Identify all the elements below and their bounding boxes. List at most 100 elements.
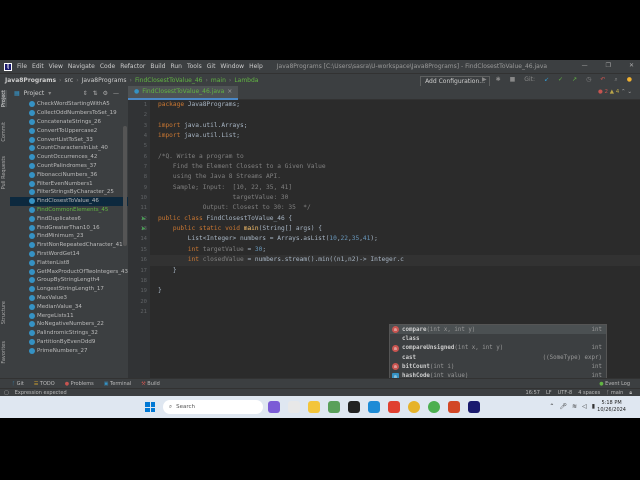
code-line[interactable]: int closedValue = numbers.stream().min((… xyxy=(150,255,640,266)
start-button-windows-icon[interactable] xyxy=(145,402,155,412)
project-panel-title[interactable]: Project xyxy=(24,90,45,97)
commit-tool-tab[interactable]: Commit xyxy=(1,122,7,142)
tree-item[interactable]: FindClosestToValue_46 xyxy=(10,196,128,206)
breadcrumb-package[interactable]: Java8Programs xyxy=(82,77,127,84)
app-icon[interactable] xyxy=(428,401,440,413)
project-tool-tab[interactable]: Project xyxy=(1,90,7,108)
git-update-icon[interactable]: ↙ xyxy=(544,76,549,84)
code-line[interactable] xyxy=(150,141,640,151)
tree-item[interactable]: PalindromicStrings_32 xyxy=(10,329,128,338)
app-icon[interactable] xyxy=(288,401,300,413)
structure-tool-tab[interactable]: Structure xyxy=(1,301,7,324)
caret-position[interactable]: 16:57 xyxy=(526,390,540,396)
code-line[interactable]: import java.util.List; xyxy=(150,131,640,141)
tree-item[interactable]: MedianValue_34 xyxy=(10,302,128,311)
tree-item[interactable]: FibonacciNumbers_36 xyxy=(10,170,128,179)
code-line[interactable]: Find the Element Closest to a Given Valu… xyxy=(150,162,640,172)
tool-git[interactable]: ᚴ Git xyxy=(12,381,24,387)
taskbar-search[interactable]: ⌕ Search xyxy=(163,400,263,414)
tree-item[interactable]: GetMaxProductOfTwoIntegers_43 xyxy=(10,267,128,276)
tree-item[interactable]: CollectOddNumbersToSet_19 xyxy=(10,109,128,118)
menu-view[interactable]: View xyxy=(49,63,63,70)
code-line[interactable]: using the Java 8 Streams API. xyxy=(150,172,640,182)
code-line[interactable]: targetValue: 30 xyxy=(150,193,640,203)
code-line[interactable]: package Java8Programs; xyxy=(150,100,640,110)
code-line[interactable]: List<Integer> numbers = Arrays.asList(10… xyxy=(150,234,640,244)
notepad-icon[interactable] xyxy=(328,401,340,413)
menu-navigate[interactable]: Navigate xyxy=(68,63,95,70)
search-icon[interactable]: ⌕ xyxy=(614,76,617,84)
menu-help[interactable]: Help xyxy=(249,63,263,70)
code-line[interactable]: /*Q. Write a program to xyxy=(150,152,640,162)
tab-findclosesttovalue[interactable]: ● FindClosestToValue_46.java × xyxy=(128,85,239,100)
tree-item[interactable]: CheckWordStartingWithA5 xyxy=(10,100,128,109)
run-gutter-icon[interactable]: ▶ xyxy=(142,224,146,234)
code-line[interactable]: public static void main(String[] args) { xyxy=(150,224,640,234)
tree-item[interactable]: FirstWordGet14 xyxy=(10,250,128,259)
tool-build[interactable]: ⚒ Build xyxy=(141,381,160,387)
update-icon[interactable]: ● xyxy=(627,76,632,84)
git-push-icon[interactable]: ↗ xyxy=(572,76,577,84)
code-line[interactable]: int targetValue = 30; xyxy=(150,245,640,255)
tool-problems[interactable]: ● Problems xyxy=(65,381,94,387)
run-gutter-icon[interactable]: ▶ xyxy=(142,214,146,224)
tree-item[interactable]: CountCharactersInList_40 xyxy=(10,144,128,153)
tree-item[interactable]: FirstNonRepeatedCharacter_41 xyxy=(10,241,128,250)
git-rollback-icon[interactable]: ↶ xyxy=(600,76,605,84)
tree-item[interactable]: FindCommonElements_45 xyxy=(10,206,128,215)
tree-item[interactable]: ConcatenateStrings_26 xyxy=(10,118,128,127)
file-explorer-icon[interactable] xyxy=(308,401,320,413)
system-tray-icons[interactable]: ⌃🎤︎≋◁▮ xyxy=(549,403,600,410)
clock[interactable]: 5:18 PM 10/26/2024 xyxy=(597,400,626,414)
stop-icon[interactable]: ■ xyxy=(510,76,516,84)
indent[interactable]: 4 spaces xyxy=(578,390,600,396)
completion-item[interactable]: cast ((SomeType) expr) xyxy=(390,353,606,362)
close-button[interactable]: ✕ xyxy=(629,62,634,69)
menu-file[interactable]: File xyxy=(17,63,27,70)
tree-item[interactable]: FilterStringsByCharacter_25 xyxy=(10,188,128,197)
intellij-icon[interactable] xyxy=(468,401,480,413)
menu-git[interactable]: Git xyxy=(207,63,216,70)
menu-build[interactable]: Build xyxy=(150,63,165,70)
code-line[interactable]: } xyxy=(150,266,640,276)
maximize-button[interactable]: ❐ xyxy=(606,62,611,69)
close-tab-icon[interactable]: × xyxy=(227,88,232,95)
git-branch[interactable]: ᚴ main xyxy=(606,390,623,396)
tree-item[interactable]: ConvertListToSet_33 xyxy=(10,135,128,144)
code-line[interactable]: } xyxy=(150,286,640,296)
completion-item[interactable]: m compareUnsigned (int x, int y) int xyxy=(390,344,606,353)
menu-run[interactable]: Run xyxy=(170,63,182,70)
minimize-button[interactable]: — xyxy=(582,62,588,69)
code-line[interactable] xyxy=(150,297,640,307)
run-icon[interactable]: ▶ xyxy=(482,76,487,84)
tree-item[interactable]: PrimeNumbers_27 xyxy=(10,346,128,355)
tree-item[interactable]: LongestStringLength_17 xyxy=(10,285,128,294)
code-line[interactable] xyxy=(150,276,640,286)
acrobat-icon[interactable] xyxy=(388,401,400,413)
code-line[interactable]: import java.util.Arrays; xyxy=(150,121,640,131)
encoding[interactable]: UTF-8 xyxy=(558,390,573,396)
git-commit-icon[interactable]: ✓ xyxy=(558,76,563,84)
app-icon[interactable] xyxy=(348,401,360,413)
menu-tools[interactable]: Tools xyxy=(187,63,202,70)
breadcrumb-src[interactable]: src xyxy=(64,77,73,84)
code-line[interactable] xyxy=(150,307,640,317)
event-log-button[interactable]: ● Event Log xyxy=(599,381,630,387)
line-separator[interactable]: LF xyxy=(546,390,552,396)
tree-item[interactable]: GroupByStringLength4 xyxy=(10,276,128,285)
completion-item[interactable]: m compare (int x, int y) int xyxy=(390,325,606,335)
tree-item[interactable]: MaxValue3 xyxy=(10,294,128,303)
inspection-widget[interactable]: ● 2 ▲ 4 ⌃ ⌄ xyxy=(598,89,632,95)
code-line[interactable]: public class FindClosestToValue_46 { xyxy=(150,214,640,224)
breadcrumb-project[interactable]: Java8Programs xyxy=(5,77,56,84)
tree-item[interactable]: CountPalindromes_37 xyxy=(10,162,128,171)
code-line[interactable]: Sample; Input: [10, 22, 35, 41] xyxy=(150,183,640,193)
tree-item[interactable]: FindMinimum_23 xyxy=(10,232,128,241)
tool-todo[interactable]: ☰ TODO xyxy=(34,381,55,387)
code-line[interactable] xyxy=(150,110,640,120)
tree-item[interactable]: PartitionByEvenOdd9 xyxy=(10,338,128,347)
tree-item[interactable]: NoNegativeNumbers_22 xyxy=(10,320,128,329)
menu-refactor[interactable]: Refactor xyxy=(120,63,145,70)
completion-item[interactable]: m bitCount (int i) int xyxy=(390,362,606,371)
tree-item[interactable]: FlattenList8 xyxy=(10,258,128,267)
